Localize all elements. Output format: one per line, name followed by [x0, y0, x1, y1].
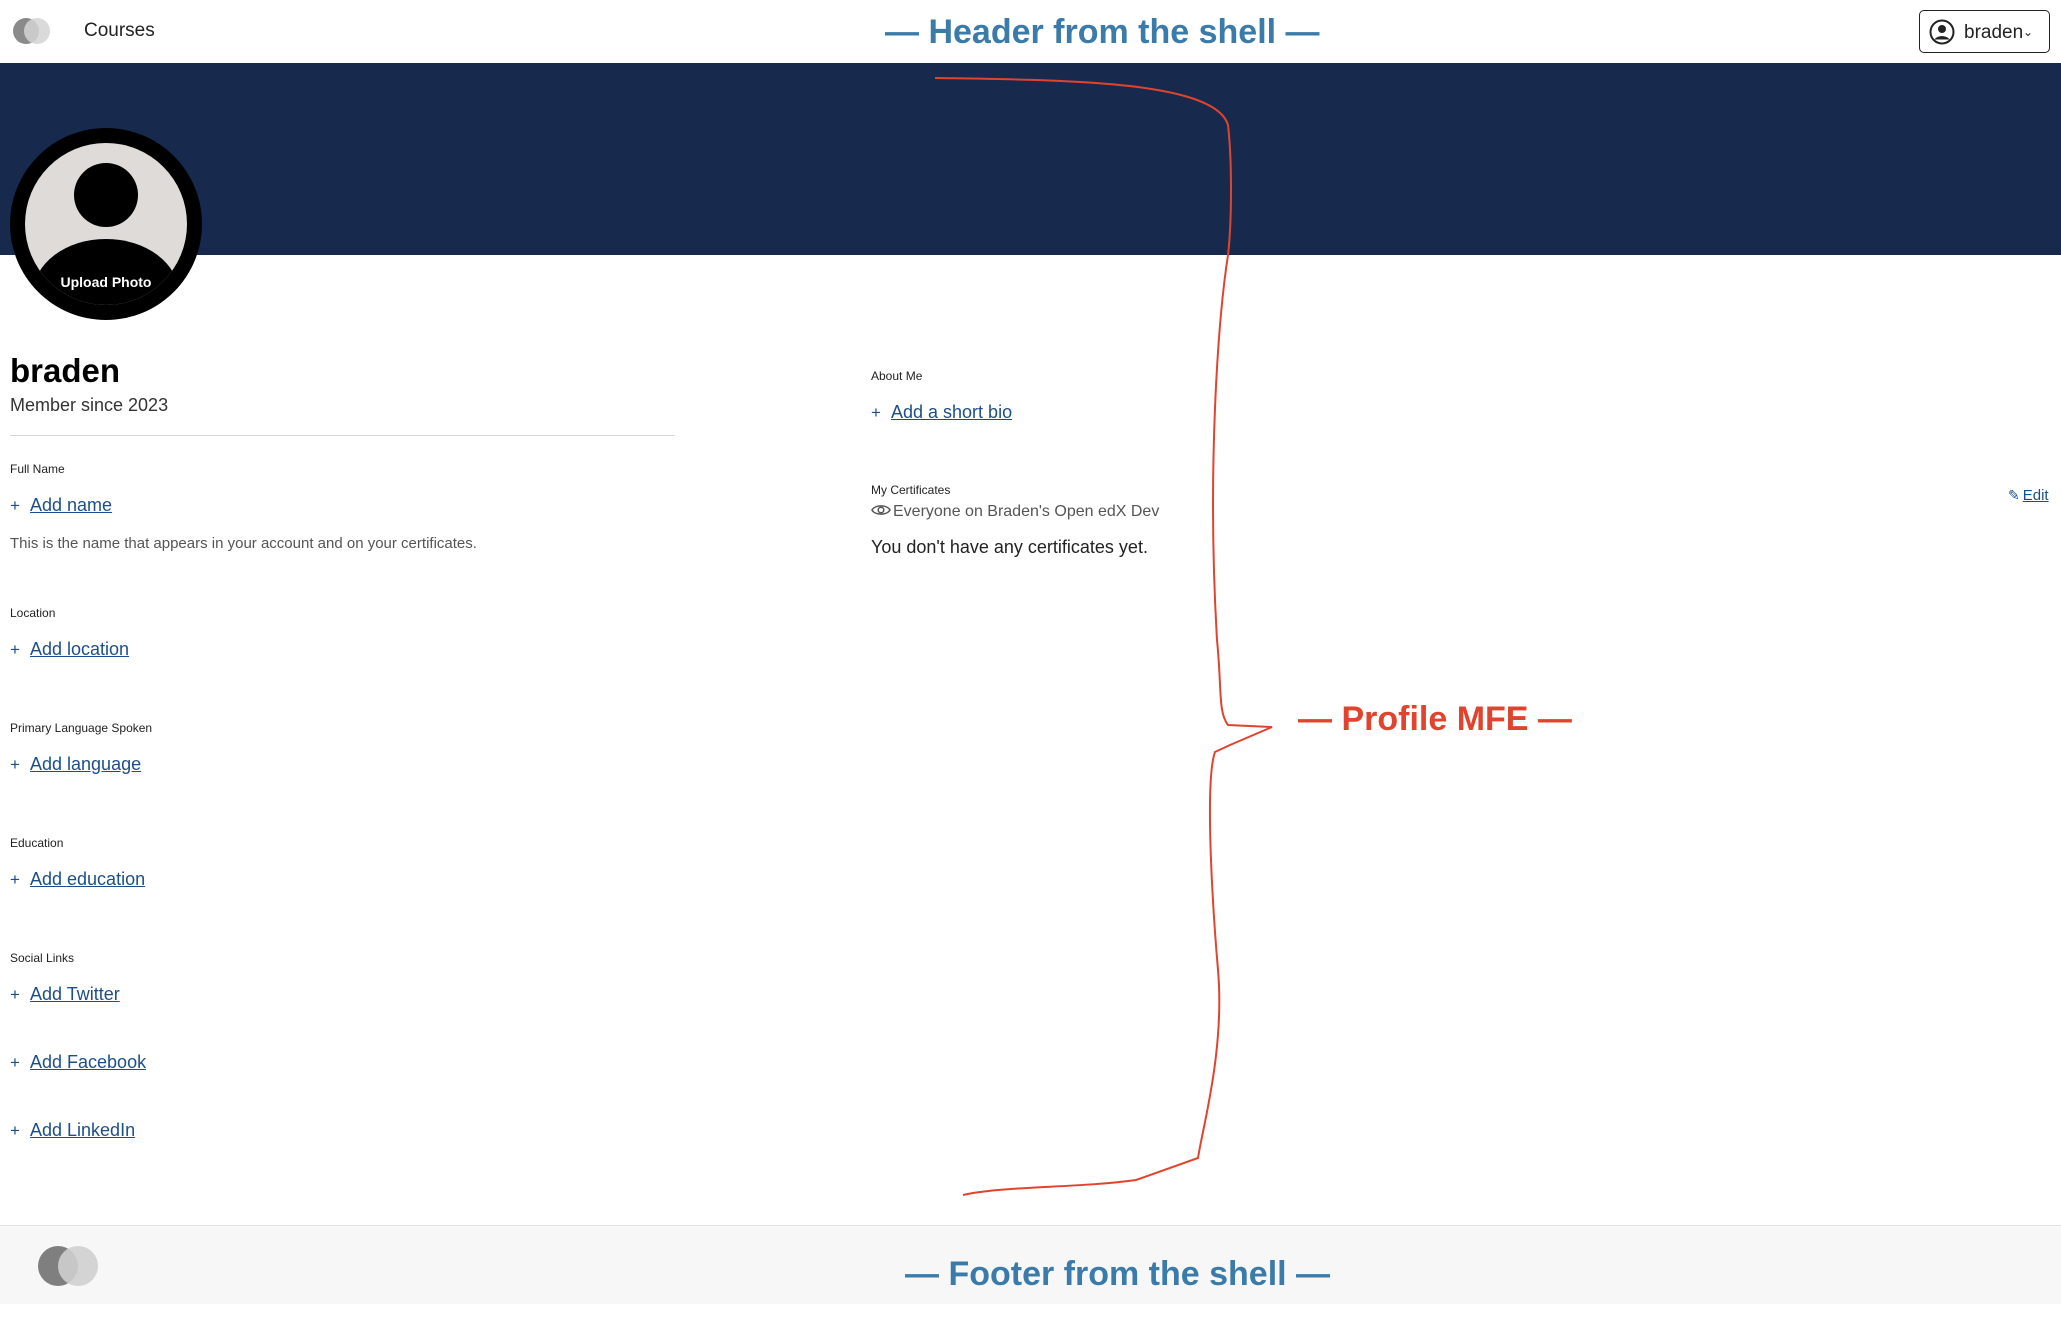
- plus-icon: +: [871, 403, 881, 422]
- profile-username: braden: [10, 352, 121, 389]
- member-since: Member since 2023: [10, 395, 169, 415]
- no-certificates-text: You don't have any certificates yet.: [871, 537, 1148, 557]
- add-twitter-link[interactable]: + Add Twitter: [10, 984, 120, 1005]
- plus-icon: +: [10, 870, 20, 889]
- plus-icon: +: [10, 985, 20, 1004]
- location-label: Location: [10, 606, 56, 620]
- profile-mfe-annotation: — Profile MFE —: [1298, 700, 1572, 738]
- brace-annotation-icon: [934, 77, 1273, 1196]
- add-name-link[interactable]: + Add name: [10, 495, 112, 516]
- add-education-link[interactable]: + Add education: [10, 869, 145, 890]
- language-label: Primary Language Spoken: [10, 721, 153, 735]
- footer-annotation: — Footer from the shell —: [905, 1255, 1331, 1293]
- certificates-visibility: Everyone on Braden's Open edX Dev: [871, 503, 1159, 521]
- plus-icon: +: [10, 755, 20, 774]
- plus-icon: +: [10, 640, 20, 659]
- add-bio-link[interactable]: + Add a short bio: [871, 402, 1012, 423]
- full-name-label: Full Name: [10, 462, 65, 476]
- about-me-label: About Me: [871, 369, 923, 383]
- full-name-helper: This is the name that appears in your ac…: [10, 535, 477, 552]
- plus-icon: +: [10, 1121, 20, 1140]
- plus-icon: +: [10, 496, 20, 515]
- social-links-label: Social Links: [10, 951, 75, 965]
- footer-logo-icon[interactable]: [38, 1246, 100, 1286]
- add-linkedin-link[interactable]: + Add LinkedIn: [10, 1120, 135, 1141]
- add-language-link[interactable]: + Add language: [10, 754, 141, 775]
- add-location-link[interactable]: + Add location: [10, 639, 129, 660]
- divider: [10, 435, 675, 436]
- eye-icon: [871, 505, 891, 515]
- pencil-icon: ✎: [2008, 487, 2020, 503]
- edit-certificates-button[interactable]: ✎ Edit: [2008, 487, 2049, 504]
- add-facebook-link[interactable]: + Add Facebook: [10, 1052, 146, 1073]
- education-label: Education: [10, 836, 64, 850]
- plus-icon: +: [10, 1053, 20, 1072]
- certificates-label: My Certificates: [871, 483, 951, 497]
